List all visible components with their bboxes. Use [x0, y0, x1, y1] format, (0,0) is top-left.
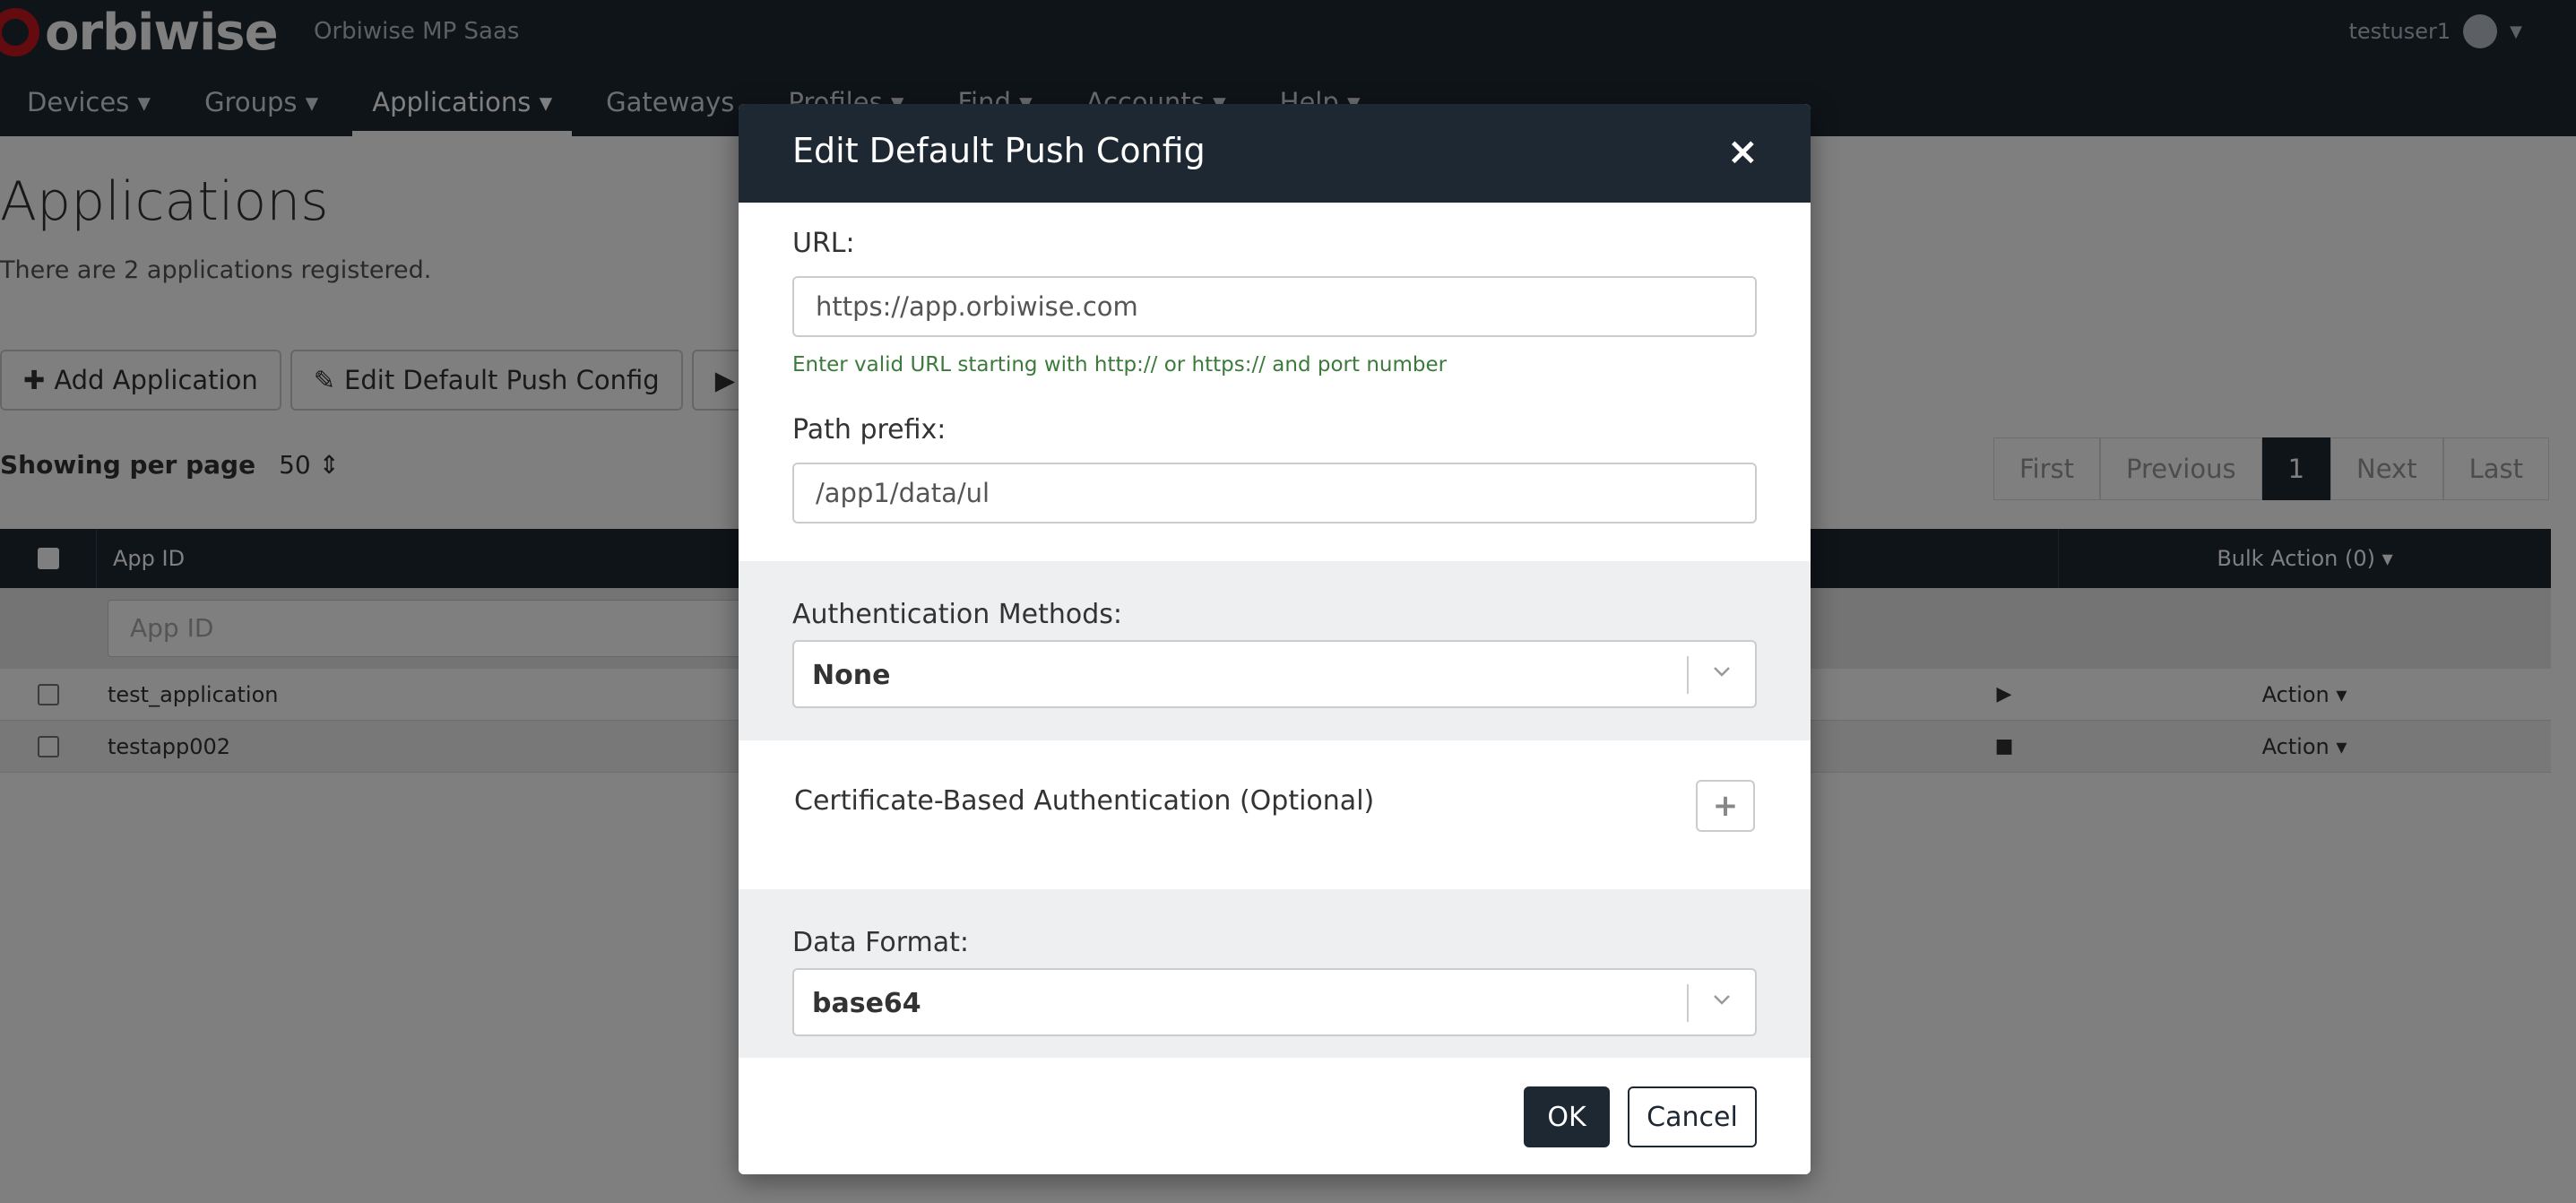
add-certificate-button[interactable]: +: [1696, 780, 1755, 832]
close-icon[interactable]: ×: [1727, 129, 1759, 173]
cancel-button[interactable]: Cancel: [1628, 1086, 1757, 1147]
ok-button[interactable]: OK: [1524, 1086, 1610, 1147]
certificate-section: Certificate-Based Authentication (Option…: [739, 740, 1811, 889]
data-format-value: base64: [812, 988, 921, 1019]
url-input[interactable]: https://app.orbiwise.com: [792, 276, 1757, 337]
select-separator: [1687, 984, 1689, 1022]
edit-push-config-modal: Edit Default Push Config × URL: https://…: [739, 104, 1811, 1174]
auth-methods-select[interactable]: None: [792, 640, 1757, 708]
chevron-down-icon: [1714, 995, 1730, 1005]
auth-methods-value: None: [812, 660, 891, 691]
endpoint-section: URL: https://app.orbiwise.com Enter vali…: [739, 203, 1811, 561]
data-format-section: Data Format: base64: [739, 889, 1811, 1058]
url-label: URL:: [792, 228, 855, 259]
auth-methods-label: Authentication Methods:: [792, 599, 1123, 630]
url-help-text: Enter valid URL starting with http:// or…: [792, 353, 1448, 376]
data-format-label: Data Format:: [792, 927, 969, 958]
data-format-select[interactable]: base64: [792, 968, 1757, 1036]
modal-footer: OK Cancel: [739, 1058, 1811, 1174]
plus-icon: +: [1712, 788, 1739, 824]
path-prefix-input[interactable]: /app1/data/ul: [792, 463, 1757, 524]
modal-title: Edit Default Push Config: [792, 131, 1206, 170]
chevron-down-icon: [1714, 667, 1730, 677]
select-separator: [1687, 656, 1689, 694]
certificate-auth-label: Certificate-Based Authentication (Option…: [794, 785, 1375, 817]
auth-section: Authentication Methods: None: [739, 561, 1811, 740]
modal-header: Edit Default Push Config ×: [739, 104, 1811, 203]
path-prefix-label: Path prefix:: [792, 414, 947, 446]
